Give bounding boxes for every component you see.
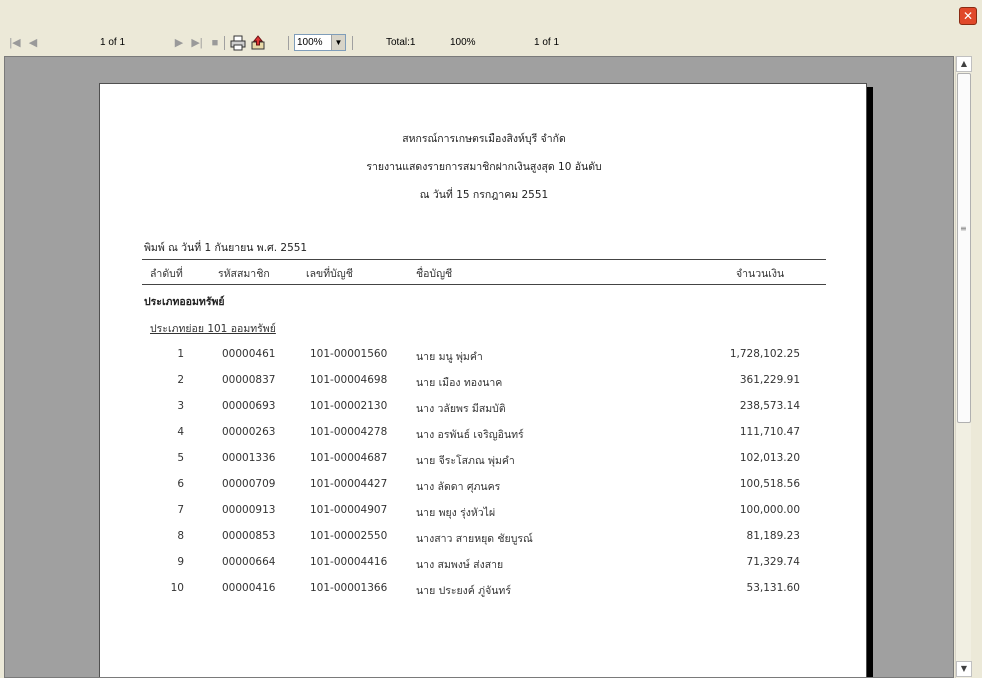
cell-no: 6 (177, 478, 184, 490)
grip-icon: ≡ (960, 224, 967, 233)
cell-member-id: 00000416 (222, 582, 276, 594)
cell-name: นาง อรพันธ์ เจริญอินทร์ (416, 429, 524, 441)
cell-member-id: 00000709 (222, 478, 276, 490)
report-page: สหกรณ์การเกษตรเมืองสิงห์บุรี จำกัด รายงา… (99, 83, 867, 677)
category-heading: ประเภทออมทรัพย์ (144, 296, 225, 308)
cell-no: 1 (177, 348, 184, 360)
last-page-icon[interactable]: ▶| (190, 32, 204, 54)
cell-amount: 71,329.74 (746, 556, 800, 568)
zoom-status: 100% (450, 37, 476, 48)
chevron-down-icon: ▼ (960, 664, 968, 673)
cell-member-id: 00000263 (222, 426, 276, 438)
cell-amount: 111,710.47 (739, 426, 800, 438)
next-page-icon[interactable]: ▶ (172, 32, 186, 54)
col-header-no: ลำดับที่ (150, 268, 183, 280)
cell-member-id: 00000461 (222, 348, 276, 360)
total-label: Total:1 (386, 37, 416, 48)
cell-name: นาง ลัดดา ศุภนคร (416, 481, 501, 493)
cell-member-id: 00000853 (222, 530, 276, 542)
org-name: สหกรณ์การเกษตรเมืองสิงห์บุรี จำกัด (402, 133, 566, 145)
stop-icon[interactable]: ■ (208, 32, 222, 54)
zoom-select[interactable]: 100% ▼ (294, 34, 346, 51)
col-header-account: เลขที่บัญชี (306, 268, 353, 280)
cell-account: 101-00001366 (310, 582, 388, 594)
cell-account: 101-00004427 (310, 478, 388, 490)
cell-amount: 1,728,102.25 (729, 348, 800, 360)
report-as-of: ณ วันที่ 15 กรกฎาคม 2551 (419, 189, 549, 201)
cell-account: 101-00004698 (310, 374, 388, 386)
report-viewer-window: ✕ |◀ ◀ 1 of 1 ▶ ▶| ■ 100% ▼ Total:1 100%… (0, 0, 982, 678)
cell-name: นาง วลัยพร มีสมบัติ (416, 403, 506, 415)
chevron-down-icon[interactable]: ▼ (331, 35, 345, 50)
cell-name: นาย ประยงค์ ภู่จันทร์ (416, 585, 511, 597)
viewer-toolbar: |◀ ◀ 1 of 1 ▶ ▶| ■ 100% ▼ Total:1 100% 1… (4, 32, 980, 54)
col-header-amount: จำนวนเงิน (736, 268, 785, 280)
zoom-value: 100% (297, 37, 323, 48)
cell-no: 8 (177, 530, 184, 542)
cell-amount: 238,573.14 (739, 400, 800, 412)
cell-no: 3 (177, 400, 184, 412)
cell-name: นาย มนู พุ่มคำ (416, 351, 483, 363)
report-viewport: สหกรณ์การเกษตรเมืองสิงห์บุรี จำกัด รายงา… (4, 56, 954, 678)
cell-account: 101-00004416 (310, 556, 388, 568)
cell-amount: 100,518.56 (739, 478, 800, 490)
cell-member-id: 00000664 (222, 556, 276, 568)
report-title: รายงานแสดงรายการสมาชิกฝากเงินสูงสุด 10 อ… (366, 161, 602, 173)
page-indicator: 1 of 1 (100, 37, 126, 48)
vertical-scrollbar[interactable]: ▲ ≡ ▼ (955, 56, 972, 678)
cell-no: 10 (170, 582, 184, 594)
cell-name: นาย เมือง ทองนาค (416, 377, 503, 389)
chevron-up-icon: ▲ (960, 59, 968, 68)
cell-name: นาย จีระโสภณ พุ่มคำ (416, 455, 515, 467)
col-header-name: ชื่อบัญชี (416, 268, 453, 280)
cell-name: นาย พยุง รุ่งหัวไผ่ (416, 507, 496, 519)
cell-member-id: 00000837 (222, 374, 276, 386)
cell-account: 101-00002130 (310, 400, 388, 412)
cell-account: 101-00004687 (310, 452, 388, 464)
close-button[interactable]: ✕ (959, 7, 977, 25)
col-header-member-id: รหัสสมาชิก (218, 268, 270, 280)
subcategory-heading: ประเภทย่อย 101 ออมทรัพย์ (150, 323, 276, 335)
scroll-thumb[interactable] (957, 73, 971, 423)
cell-account: 101-00004907 (310, 504, 388, 516)
export-icon[interactable] (250, 35, 266, 51)
cell-amount: 81,189.23 (746, 530, 800, 542)
first-page-icon[interactable]: |◀ (8, 32, 22, 54)
print-icon[interactable] (230, 35, 246, 51)
print-date: พิมพ์ ณ วันที่ 1 กันยายน พ.ศ. 2551 (144, 242, 308, 254)
cell-amount: 100,000.00 (739, 504, 800, 516)
title-bar: ✕ (0, 0, 982, 32)
cell-no: 9 (177, 556, 184, 568)
scroll-up-button[interactable]: ▲ (956, 56, 972, 72)
toolbar-separator (352, 36, 353, 50)
cell-no: 7 (177, 504, 184, 516)
page-status: 1 of 1 (534, 37, 560, 48)
cell-amount: 102,013.20 (739, 452, 800, 464)
cell-no: 4 (177, 426, 184, 438)
header-top-rule (142, 259, 826, 260)
cell-amount: 361,229.91 (739, 374, 800, 386)
close-icon: ✕ (962, 9, 974, 23)
cell-member-id: 00000913 (222, 504, 276, 516)
cell-member-id: 00001336 (222, 452, 276, 464)
cell-member-id: 00000693 (222, 400, 276, 412)
cell-no: 5 (177, 452, 184, 464)
cell-account: 101-00002550 (310, 530, 388, 542)
cell-amount: 53,131.60 (746, 582, 800, 594)
toolbar-separator (288, 36, 289, 50)
prev-page-icon[interactable]: ◀ (26, 32, 40, 54)
cell-no: 2 (177, 374, 184, 386)
toolbar-separator (224, 36, 225, 50)
cell-name: นางสาว สายหยุด ชัยบูรณ์ (416, 533, 533, 545)
scroll-down-button[interactable]: ▼ (956, 661, 972, 677)
cell-name: นาง สมพงษ์ ส่งสาย (416, 559, 504, 571)
header-bottom-rule (142, 284, 826, 285)
cell-account: 101-00001560 (310, 348, 388, 360)
cell-account: 101-00004278 (310, 426, 388, 438)
